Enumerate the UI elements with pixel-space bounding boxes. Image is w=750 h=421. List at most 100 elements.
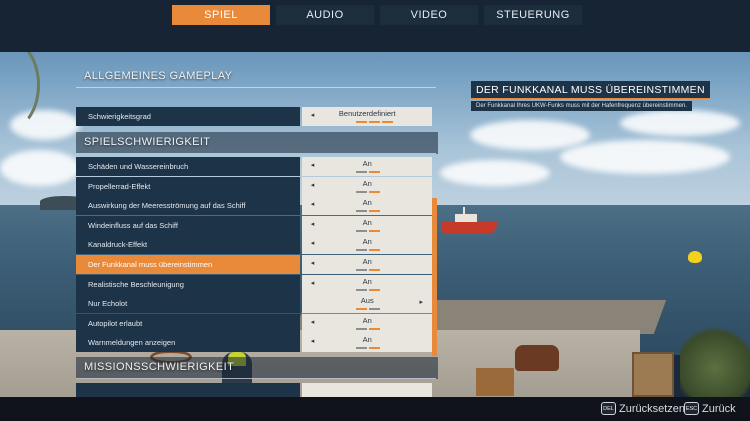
scrollbar-thumb[interactable] [432,198,437,356]
indicator-bar [355,308,367,311]
indicator-bar [368,308,380,311]
top-bar: SPIEL AUDIO VIDEO STEUERUNG [0,0,750,52]
fishing-boat [441,222,497,234]
section-mission-header: MISSIONSSCHWIERIGKEIT [76,357,438,379]
cloud [470,120,590,150]
option-selector[interactable]: ◂ An [301,215,432,235]
option-indicator [355,347,380,350]
indicator-bar [355,327,367,330]
setting-row-partial[interactable] [76,383,432,397]
setting-value: Benutzerdefiniert [338,109,396,118]
tab-bar: SPIEL AUDIO VIDEO STEUERUNG [172,5,582,25]
indicator-bar [368,171,380,173]
setting-row[interactable]: Der Funkkanal muss übereinstimmen ◂ An [76,255,432,274]
section-general-header: ALLGEMEINES GAMEPLAY [76,66,438,88]
setting-row[interactable]: Propellerrad-Effekt ◂ An [76,176,432,196]
setting-label: Der Funkkanal muss übereinstimmen [76,255,300,274]
setting-label [76,383,300,397]
bollard [515,345,559,371]
cloud [0,150,80,186]
setting-value: An [362,315,372,325]
option-selector[interactable] [301,383,432,397]
indicator-bar [368,347,380,350]
option-selector[interactable]: ◂ An [301,196,432,216]
setting-row[interactable]: Warnmeldungen anzeigen ◂ An [76,333,432,353]
setting-row[interactable]: Windeinfluss auf das Schiff ◂ An [76,215,432,235]
option-indicator [355,190,380,193]
bottom-bar: DEL Zurücksetzen ESC Zurück [0,397,750,421]
setting-row[interactable]: Realistische Beschleunigung ◂ An [76,274,432,294]
setting-value: An [362,237,372,247]
setting-value: Aus [360,296,374,306]
option-indicator [355,121,393,123]
indicator-bar [355,190,367,193]
setting-value: An [362,276,372,286]
indicator-bar [368,249,380,252]
indicator-bar [368,190,380,193]
option-indicator [355,171,380,173]
option-selector[interactable]: ◂ An [301,313,432,333]
indicator-bar [355,249,367,252]
setting-value: An [362,335,372,345]
option-indicator [355,288,380,291]
indicator-bar [368,210,380,213]
setting-value: An [362,217,372,227]
setting-row[interactable]: Autopilot erlaubt ◂ An [76,313,432,333]
indicator-bar [355,171,367,173]
indicator-bar [355,347,367,350]
option-indicator [355,327,380,330]
section-title: ALLGEMEINES GAMEPLAY [84,70,233,82]
setting-row-schwierigkeitsgrad[interactable]: Schwierigkeitsgrad ◂ Benutzerdefiniert [76,107,432,126]
indicator-bar [381,121,393,123]
indicator-bar [368,327,380,330]
tab-audio[interactable]: AUDIO [276,5,374,25]
section-title: SPIELSCHWIERIGKEIT [84,136,211,148]
option-selector[interactable]: ◂ An [301,157,432,176]
setting-value: An [362,198,372,208]
option-selector[interactable]: ◂ An [301,176,432,196]
setting-row[interactable]: Kanaldruck-Effekt ◂ An [76,235,432,255]
setting-label: Propellerrad-Effekt [76,176,300,196]
setting-row[interactable]: Nur Echolot ▸ Aus [76,294,432,314]
setting-row[interactable]: Schäden und Wassereinbruch ◂ An [76,157,432,176]
setting-label: Windeinfluss auf das Schiff [76,215,300,235]
tab-spiel[interactable]: SPIEL [172,5,270,25]
option-selector[interactable]: ◂ Benutzerdefiniert [301,107,432,126]
option-selector[interactable]: ◂ An [301,333,432,353]
divider [76,153,436,154]
reset-button[interactable]: DEL Zurücksetzen [601,402,685,415]
tab-video[interactable]: VIDEO [380,5,478,25]
esc-key-icon: ESC [684,402,699,415]
option-selector[interactable]: ◂ An [301,235,432,255]
indicator-bar [355,210,367,213]
option-indicator [355,249,380,252]
info-title: DER FUNKKANAL MUSS ÜBEREINSTIMMEN [471,81,710,99]
setting-label: Autopilot erlaubt [76,313,300,333]
setting-label: Kanaldruck-Effekt [76,235,300,255]
settings-panel: ALLGEMEINES GAMEPLAY Schwierigkeitsgrad … [76,52,438,397]
setting-label: Nur Echolot [76,294,300,314]
bench [476,368,514,396]
option-selector[interactable]: ▸ Aus [301,294,432,314]
cloud [620,110,740,136]
reset-label: Zurücksetzen [619,402,686,415]
option-selector[interactable]: ◂ An [301,255,432,274]
option-indicator [355,308,380,311]
setting-row[interactable]: Auswirkung der Meeresströmung auf das Sc… [76,196,432,216]
info-description: Der Funkkanal Ihres UKW-Funks muss mit d… [471,101,692,111]
crate [632,352,674,397]
setting-label: Schwierigkeitsgrad [76,107,300,126]
info-box: DER FUNKKANAL MUSS ÜBEREINSTIMMEN Der Fu… [471,80,710,112]
indicator-bar [355,229,367,232]
buoy [688,251,702,263]
option-selector[interactable]: ◂ An [301,274,432,294]
indicator-bar [355,269,367,271]
setting-value: An [362,257,372,266]
del-key-icon: DEL [601,402,616,415]
option-indicator [355,269,380,271]
back-button[interactable]: ESC Zurück [684,402,736,415]
indicator-bar [368,121,380,123]
divider [76,378,436,379]
tab-steuerung[interactable]: STEUERUNG [484,5,582,25]
indicator-bar [368,229,380,232]
